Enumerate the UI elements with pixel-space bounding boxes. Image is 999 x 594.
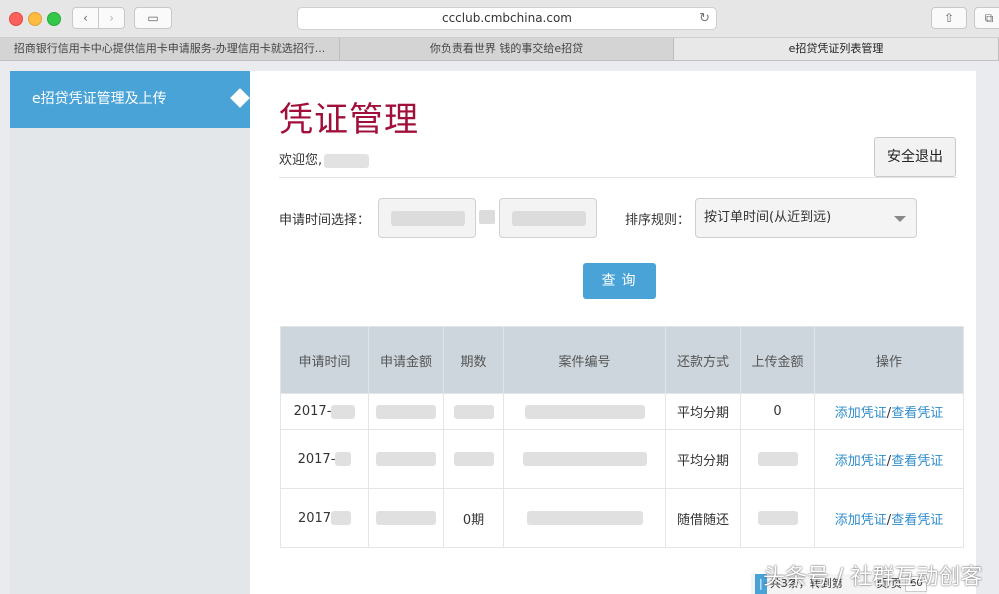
sort-selected-value: 按订单时间(从近到远) (704, 210, 832, 225)
col-repay-method: 还款方式 (665, 326, 741, 394)
col-apply-time: 申请时间 (280, 326, 369, 394)
add-voucher-link[interactable]: 添加凭证 (835, 454, 887, 469)
divider (279, 177, 957, 178)
cell-repay-method: 随借随还 (665, 488, 741, 548)
forward-arrow-icon[interactable]: › (98, 7, 125, 29)
close-window-button[interactable] (9, 12, 23, 26)
table-header-row: 申请时间 申请金额 期数 案件编号 还款方式 上传金额 操作 (280, 326, 964, 394)
voucher-table: 申请时间 申请金额 期数 案件编号 还款方式 上传金额 操作 2017- 平均分… (280, 326, 964, 548)
browser-titlebar: ‹ › ▭ ccclub.cmbchina.com ↻ ⇧ ⧉ (0, 0, 999, 38)
cell-apply-time: 2017 (280, 488, 369, 548)
col-term: 期数 (443, 326, 504, 394)
cell-term (443, 429, 504, 489)
view-voucher-link[interactable]: 查看凭证 (891, 454, 943, 469)
redacted-value (376, 511, 436, 525)
logout-button[interactable]: 安全退出 (874, 137, 956, 177)
sort-select[interactable]: 按订单时间(从近到远) (695, 198, 917, 238)
browser-tab-voucher-list[interactable]: e招贷凭证列表管理 (674, 38, 999, 60)
date-filter-label: 申请时间选择： (279, 213, 371, 228)
welcome-text: 欢迎您, (279, 149, 370, 168)
zoom-window-button[interactable] (47, 12, 61, 26)
left-sidebar: e招贷凭证管理及上传 (10, 71, 250, 594)
col-actions: 操作 (814, 326, 964, 394)
browser-tab-cmb[interactable]: 招商银行信用卡中心提供信用卡申请服务-办理信用卡就选招行... (0, 38, 340, 60)
cell-upload-amount (740, 429, 815, 489)
redacted-value (524, 404, 645, 419)
sort-label: 排序规则： (625, 213, 691, 228)
cell-term: 0期 (443, 488, 504, 548)
start-date-input[interactable] (378, 198, 476, 238)
col-apply-amount: 申请金额 (368, 326, 444, 394)
cell-actions: 添加凭证/查看凭证 (814, 429, 964, 489)
add-voucher-link[interactable]: 添加凭证 (835, 406, 887, 421)
redacted-value (512, 211, 586, 226)
cell-apply-amount (368, 393, 444, 430)
tab-overview-icon[interactable]: ⧉ (974, 7, 999, 29)
cell-apply-time: 2017- (280, 393, 369, 430)
table-row: 2017- 平均分期 添加凭证/查看凭证 (280, 429, 964, 489)
sidebar-item-voucher-management[interactable]: e招贷凭证管理及上传 (10, 71, 250, 128)
cell-upload-amount: 0 (740, 393, 815, 430)
cell-apply-amount (368, 429, 444, 489)
redacted-value (453, 452, 494, 466)
query-button[interactable]: 查询 (583, 263, 656, 299)
redacted-value (757, 511, 798, 525)
chevron-down-icon (894, 216, 906, 222)
cell-apply-amount (368, 488, 444, 548)
view-voucher-link[interactable]: 查看凭证 (891, 406, 943, 421)
date-range-separator (479, 210, 495, 224)
page-title: 凭证管理 (279, 100, 419, 140)
view-voucher-link[interactable]: 查看凭证 (891, 513, 943, 528)
main-panel: 凭证管理 欢迎您, 安全退出 申请时间选择： 排序规则： 按订单时间(从近到远)… (250, 71, 976, 594)
back-arrow-icon[interactable]: ‹ (72, 7, 99, 29)
welcome-label: 欢迎您, (279, 153, 323, 168)
watermark: 头条号 / 社群互动创客 (763, 565, 983, 590)
cell-term (443, 393, 504, 430)
cell-actions: 添加凭证/查看凭证 (814, 488, 964, 548)
cell-actions: 添加凭证/查看凭证 (814, 393, 964, 430)
cell-apply-time: 2017- (280, 429, 369, 489)
minimize-window-button[interactable] (28, 12, 42, 26)
redacted-value (391, 211, 465, 226)
tab-strip: 招商银行信用卡中心提供信用卡申请服务-办理信用卡就选招行... 你负责看世界 钱… (0, 38, 999, 61)
redacted-value (453, 404, 494, 419)
redacted-value (522, 452, 647, 466)
col-upload-amount: 上传金额 (740, 326, 815, 394)
col-case-number: 案件编号 (503, 326, 666, 394)
table-row: 2017- 平均分期 0 添加凭证/查看凭证 (280, 393, 964, 430)
cell-upload-amount (740, 488, 815, 548)
sidebar-toggle-icon[interactable]: ▭ (134, 7, 172, 29)
address-bar[interactable]: ccclub.cmbchina.com ↻ (297, 7, 717, 30)
end-date-input[interactable] (499, 198, 597, 238)
add-voucher-link[interactable]: 添加凭证 (835, 513, 887, 528)
cell-repay-method: 平均分期 (665, 393, 741, 430)
table-row: 2017 0期 随借随还 添加凭证/查看凭证 (280, 488, 964, 548)
redacted-value (376, 404, 436, 419)
cell-case-number (503, 488, 666, 548)
reload-icon[interactable]: ↻ (699, 8, 710, 29)
cell-repay-method: 平均分期 (665, 429, 741, 489)
redacted-value (331, 404, 356, 419)
redacted-value (376, 452, 436, 466)
cell-case-number (503, 393, 666, 430)
cell-case-number (503, 429, 666, 489)
browser-tab-ezhaodai[interactable]: 你负责看世界 钱的事交给e招贷 (340, 38, 674, 60)
username-redacted (324, 153, 370, 168)
share-icon[interactable]: ⇧ (931, 7, 967, 29)
redacted-value (526, 511, 643, 525)
redacted-value (757, 452, 798, 466)
redacted-value (331, 511, 352, 525)
redacted-value (335, 452, 352, 466)
url-text: ccclub.cmbchina.com (441, 11, 572, 25)
